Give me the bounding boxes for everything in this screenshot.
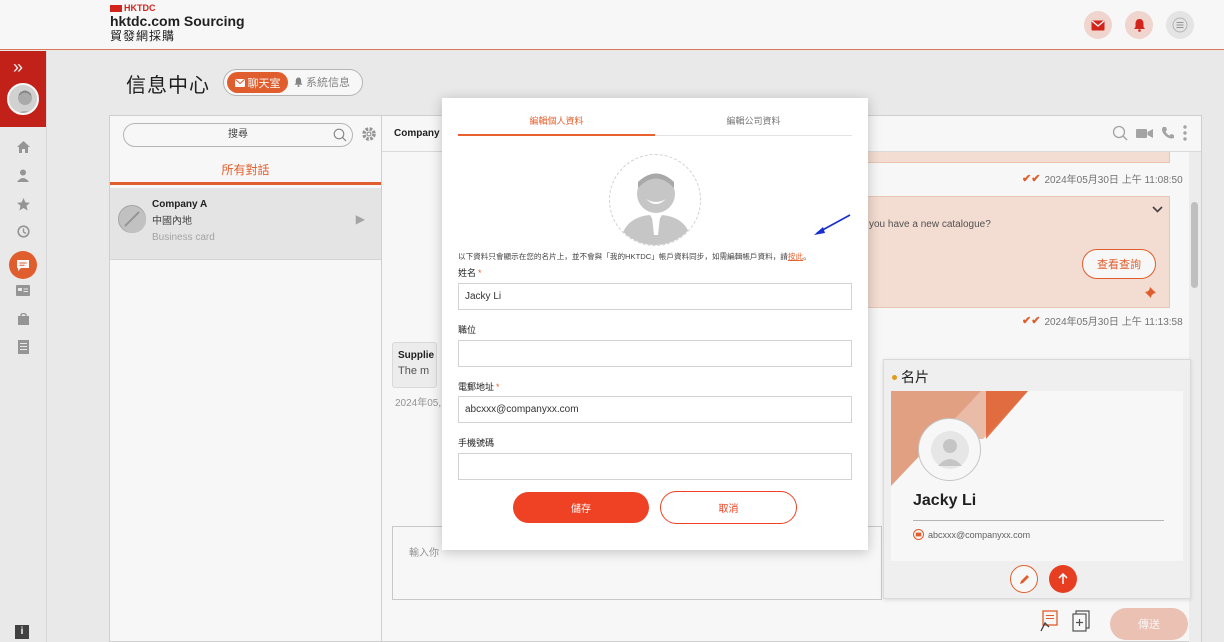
save-button[interactable]: 儲存 — [513, 492, 649, 523]
email-field[interactable]: abcxxx@companyxx.com — [458, 396, 852, 423]
email-label: 電郵地址 * — [458, 382, 500, 392]
notice-text: 以下資料只會顯示在您的名片上，並不會與「我的HKTDC」帳戶資料同步，如需編輯帳… — [458, 252, 811, 261]
position-label: 職位 — [458, 325, 477, 335]
profile-avatar[interactable] — [609, 154, 701, 246]
position-field[interactable] — [458, 340, 852, 367]
cancel-button[interactable]: 取消 — [660, 491, 797, 524]
name-field[interactable]: Jacky Li — [458, 283, 852, 310]
tab-edit-personal[interactable]: 編輯個人資料 — [458, 113, 655, 136]
arrow-pointer-icon — [814, 214, 851, 235]
edit-profile-modal: 編輯個人資料 編輯公司資料 以下資料只會顯示在您的名片上，並不會與「我的HKTD… — [442, 98, 868, 550]
mobile-field[interactable] — [458, 453, 852, 480]
tab-edit-company[interactable]: 編輯公司資料 — [655, 113, 852, 136]
edit-account-link[interactable]: 按此 — [788, 252, 803, 261]
modal-tabs: 編輯個人資料 編輯公司資料 — [458, 113, 852, 136]
name-label: 姓名 * — [458, 268, 482, 278]
mobile-label: 手機號碼 — [458, 438, 495, 448]
